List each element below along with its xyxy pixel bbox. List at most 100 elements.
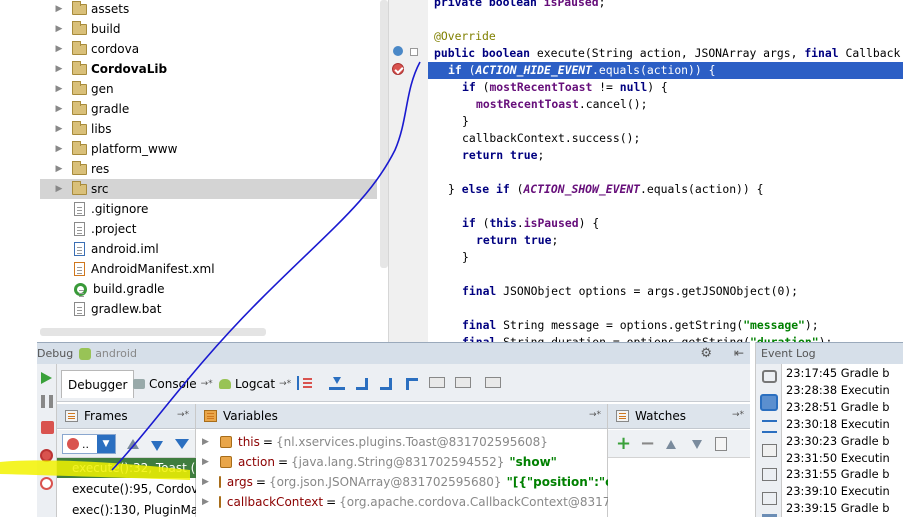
frame-item[interactable]: execute():95, Cordova: [57, 479, 196, 499]
log-entry[interactable]: 23:28:51 Gradle b: [786, 399, 903, 416]
expand-arrow-icon[interactable]: ▶: [202, 472, 209, 492]
log-entry[interactable]: 23:28:38 Executin: [786, 382, 903, 399]
tree-item[interactable]: ▶android.iml: [40, 239, 377, 259]
add-watch-icon[interactable]: +: [616, 434, 631, 454]
expand-arrow-icon[interactable]: ▶: [54, 164, 64, 174]
print-icon[interactable]: [762, 444, 777, 457]
move-down-icon[interactable]: [692, 440, 702, 449]
stop-icon[interactable]: [41, 421, 54, 434]
tab-debugger[interactable]: Debugger: [61, 370, 135, 398]
scroll-to-end-icon[interactable]: [762, 420, 777, 433]
run-to-cursor-icon[interactable]: [455, 377, 471, 388]
pin-icon[interactable]: →*: [732, 410, 744, 420]
expand-arrow-icon[interactable]: ▶: [202, 452, 210, 472]
fold-marker-icon[interactable]: [410, 48, 418, 56]
expand-arrow-icon[interactable]: ▶: [54, 184, 64, 194]
tree-item[interactable]: ▶ src: [40, 179, 377, 199]
expand-arrow-icon[interactable]: ▶: [54, 124, 64, 134]
tree-item[interactable]: ▶build.gradle: [40, 279, 377, 299]
expand-arrow-icon[interactable]: ▶: [54, 64, 64, 74]
expand-arrow-icon[interactable]: ▶: [54, 24, 64, 34]
tree-item[interactable]: ▶.gitignore: [40, 199, 377, 219]
variable-row[interactable]: ▶ callbackContext = {org.apache.cordova.Cal…: [196, 492, 608, 512]
code-line[interactable]: mostRecentToast.cancel();: [428, 96, 903, 113]
log-entry[interactable]: 23:30:18 Executin: [786, 416, 903, 433]
tree-item[interactable]: ▶AndroidManifest.xml: [40, 259, 377, 279]
code-line[interactable]: private boolean isPaused;: [428, 0, 903, 11]
tree-item[interactable]: ▶ libs: [40, 119, 377, 139]
variable-row[interactable]: ▶ action = {java.lang.String@831702594552} "…: [196, 452, 608, 472]
pin-icon[interactable]: →*: [201, 379, 213, 389]
code-line[interactable]: [428, 198, 903, 215]
expand-arrow-icon[interactable]: ▶: [54, 104, 64, 114]
log-entry[interactable]: 23:39:15 Gradle b: [786, 500, 903, 517]
tab-logcat[interactable]: Logcat →*: [213, 370, 297, 398]
arrow-up-icon[interactable]: [127, 439, 139, 449]
code-line[interactable]: @Override: [428, 28, 903, 45]
pin-icon[interactable]: →*: [279, 379, 291, 389]
code-line[interactable]: public boolean execute(String action, JS…: [428, 45, 903, 62]
project-tree-vscrollbar[interactable]: [380, 0, 388, 268]
settings-icon[interactable]: [762, 370, 777, 383]
frame-item[interactable]: execute():32, Toast (n: [57, 458, 196, 478]
override-marker-icon[interactable]: [393, 46, 403, 56]
execution-line[interactable]: if (ACTION_HIDE_EVENT.equals(action)) {: [428, 62, 903, 79]
pause-icon[interactable]: [41, 395, 53, 408]
expand-arrow-icon[interactable]: ▶: [54, 4, 64, 14]
resume-icon[interactable]: [41, 372, 52, 384]
tree-item[interactable]: ▶ CordovaLib: [40, 59, 377, 79]
tree-item[interactable]: ▶ build: [40, 19, 377, 39]
pin-icon[interactable]: →*: [589, 410, 601, 420]
code-line[interactable]: [428, 11, 903, 28]
step-into-icon[interactable]: [353, 376, 369, 390]
thread-select[interactable]: .. ▼: [62, 434, 116, 454]
mute-breakpoints-icon[interactable]: [40, 477, 53, 490]
code-line[interactable]: }: [428, 249, 903, 266]
filter-icon[interactable]: [175, 439, 189, 449]
tree-item[interactable]: ▶ cordova: [40, 39, 377, 59]
variable-row[interactable]: ▶ this = {nl.xservices.plugins.Toast@831702…: [196, 432, 608, 452]
code-line[interactable]: if (mostRecentToast != null) {: [428, 79, 903, 96]
code-line[interactable]: final JSONObject options = args.getJSONO…: [428, 283, 903, 300]
tab-console[interactable]: Console →*: [127, 370, 219, 398]
step-out-icon[interactable]: [403, 376, 419, 390]
expand-arrow-icon[interactable]: ▶: [54, 84, 64, 94]
code-line[interactable]: final String duration = options.getStrin…: [428, 334, 903, 342]
project-tree-hscrollbar[interactable]: [40, 328, 266, 336]
code-line[interactable]: if (this.isPaused) {: [428, 215, 903, 232]
tree-item[interactable]: ▶ res: [40, 159, 377, 179]
variable-row[interactable]: ▶ args = {org.json.JSONArray@831702595680} "…: [196, 472, 608, 492]
code-line[interactable]: return true;: [428, 147, 903, 164]
frame-item[interactable]: exec():130, PluginMan: [57, 500, 196, 517]
expand-arrow-icon[interactable]: ▶: [202, 432, 210, 452]
code-editor[interactable]: private boolean isPaused; @Override public…: [428, 0, 903, 342]
expand-arrow-icon[interactable]: ▶: [202, 492, 209, 512]
mark-read-icon[interactable]: [762, 492, 777, 505]
drop-frame-icon[interactable]: [429, 377, 445, 388]
step-over-icon[interactable]: [329, 376, 345, 390]
code-line[interactable]: }: [428, 113, 903, 130]
code-line[interactable]: final String message = options.getString…: [428, 317, 903, 334]
remove-watch-icon[interactable]: −: [640, 434, 655, 454]
log-entry[interactable]: 23:39:10 Executin: [786, 483, 903, 500]
code-line[interactable]: } else if (ACTION_SHOW_EVENT.equals(acti…: [428, 181, 903, 198]
expand-arrow-icon[interactable]: ▶: [54, 44, 64, 54]
move-up-icon[interactable]: [666, 440, 676, 449]
code-line[interactable]: callbackContext.success();: [428, 130, 903, 147]
tree-item[interactable]: ▶.project: [40, 219, 377, 239]
export-icon[interactable]: [762, 468, 777, 481]
view-breakpoints-icon[interactable]: [40, 449, 53, 462]
tree-item[interactable]: ▶ gen: [40, 79, 377, 99]
code-line[interactable]: [428, 266, 903, 283]
code-line[interactable]: return true;: [428, 232, 903, 249]
log-entry[interactable]: 23:30:23 Gradle b: [786, 433, 903, 450]
code-line[interactable]: [428, 164, 903, 181]
tree-item[interactable]: ▶ assets: [40, 0, 377, 19]
tree-item[interactable]: ▶gradlew.bat: [40, 299, 377, 319]
pin-icon[interactable]: →*: [177, 410, 189, 420]
gear-icon[interactable]: ⚙: [700, 346, 712, 361]
balloon-icon[interactable]: [760, 394, 778, 411]
log-entry[interactable]: 23:17:45 Gradle b: [786, 365, 903, 382]
chevron-down-icon[interactable]: ▼: [97, 435, 115, 453]
duplicate-watch-icon[interactable]: [715, 437, 727, 451]
